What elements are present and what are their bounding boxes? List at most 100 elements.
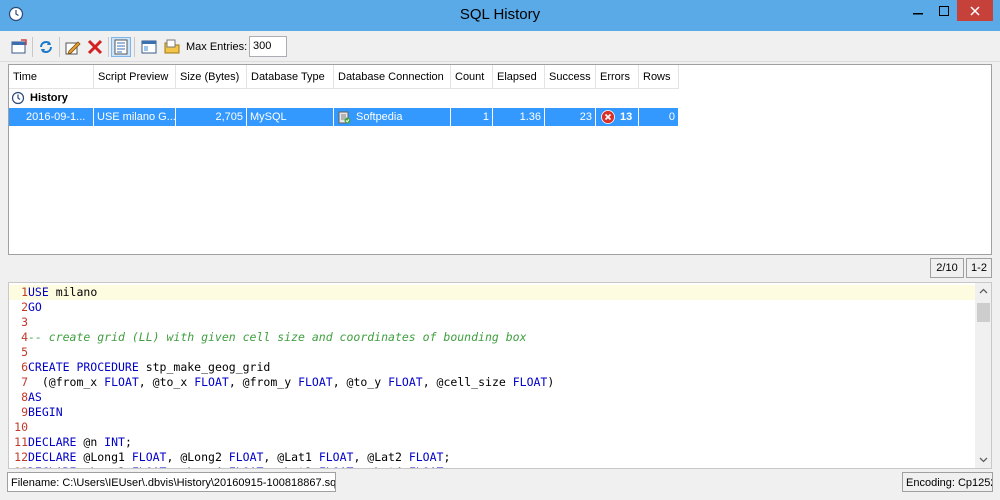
page-indicator: 2/10 bbox=[930, 258, 964, 278]
sql-text: , @Lat1 bbox=[263, 450, 319, 464]
folder-icon bbox=[164, 39, 180, 54]
line-number: 3 bbox=[21, 315, 28, 329]
sql-text: , @cell_size bbox=[422, 375, 513, 389]
cell-size: 2,705 bbox=[176, 108, 247, 126]
max-entries-input[interactable]: 300 bbox=[249, 36, 287, 57]
sql-keyword: FLOAT bbox=[318, 450, 354, 464]
sql-keyword: FLOAT bbox=[194, 375, 229, 389]
line-number: 6 bbox=[21, 360, 28, 374]
database-icon bbox=[338, 111, 352, 124]
sql-keyword: FLOAT bbox=[409, 465, 444, 468]
toolbar: Max Entries: bbox=[0, 31, 1000, 62]
scroll-up-icon[interactable] bbox=[975, 283, 992, 300]
minimize-button[interactable] bbox=[904, 0, 931, 21]
refresh-icon bbox=[40, 41, 52, 53]
load-in-editor-button[interactable] bbox=[9, 37, 29, 57]
code-line[interactable]: 12DECLARE @Long1 FLOAT, @Long2 FLOAT, @L… bbox=[9, 450, 975, 465]
code-line[interactable]: 3 bbox=[9, 315, 975, 330]
code-line[interactable]: 9BEGIN bbox=[9, 405, 975, 420]
code-line[interactable]: 1USE milano bbox=[9, 285, 975, 300]
refresh-button[interactable] bbox=[36, 37, 56, 57]
code-line[interactable]: 8AS bbox=[9, 390, 975, 405]
sql-keyword: FLOAT bbox=[319, 465, 354, 468]
column-header-errors[interactable]: Errors bbox=[596, 65, 639, 89]
history-group-row[interactable]: History bbox=[9, 90, 679, 108]
vertical-scrollbar[interactable] bbox=[975, 283, 992, 468]
sql-text: ; bbox=[124, 435, 132, 449]
sql-keyword: USE bbox=[28, 285, 49, 299]
sql-text: @Long3 bbox=[76, 465, 131, 468]
sql-keyword: GO bbox=[28, 300, 42, 314]
line-number: 2 bbox=[21, 300, 28, 314]
sql-text: , @from_y bbox=[228, 375, 299, 389]
code-line[interactable]: 2GO bbox=[9, 300, 975, 315]
toggle-preview-button[interactable] bbox=[111, 37, 131, 57]
column-header-script-preview[interactable]: Script Preview bbox=[94, 65, 176, 89]
line-number: 11 bbox=[14, 435, 28, 449]
title-bar: SQL History bbox=[0, 0, 1000, 31]
status-filename: Filename: C:\Users\IEUser\.dbvis\History… bbox=[7, 472, 336, 492]
toolbar-separator bbox=[32, 37, 33, 57]
cell-database-type: MySQL bbox=[247, 108, 334, 126]
history-group-label: History bbox=[30, 92, 68, 104]
close-button[interactable] bbox=[957, 0, 993, 21]
scroll-down-icon[interactable] bbox=[975, 451, 992, 468]
sql-keyword: DECLARE bbox=[28, 450, 77, 464]
column-header-time[interactable]: Time bbox=[9, 65, 94, 89]
edit-button[interactable] bbox=[63, 37, 83, 57]
cell-errors: 13 bbox=[596, 108, 639, 126]
column-header-success[interactable]: Success bbox=[545, 65, 596, 89]
status-encoding: Encoding: Cp1252 bbox=[902, 472, 993, 492]
sql-text: (@from_x bbox=[28, 375, 105, 389]
maximize-button[interactable] bbox=[931, 0, 957, 21]
code-line[interactable]: 13DECLARE @Long3 FLOAT, @Long4 FLOAT, @L… bbox=[9, 465, 975, 468]
column-header-database-type[interactable]: Database Type bbox=[247, 65, 334, 89]
column-header-database-connection[interactable]: Database Connection bbox=[334, 65, 451, 89]
line-number: 10 bbox=[14, 420, 28, 434]
sql-keyword: FLOAT bbox=[131, 450, 167, 464]
sql-text: , @Long2 bbox=[166, 450, 229, 464]
line-number: 13 bbox=[9, 465, 28, 468]
cell-time: 2016-09-1... bbox=[9, 108, 94, 126]
delete-button[interactable] bbox=[85, 37, 105, 57]
line-number: 8 bbox=[21, 390, 28, 404]
sql-keyword: CREATE PROCEDURE bbox=[28, 360, 139, 374]
sql-text: stp_make_geog_grid bbox=[138, 360, 271, 374]
sql-keyword: FLOAT bbox=[408, 450, 444, 464]
edit-icon bbox=[65, 41, 81, 55]
column-header-rows[interactable]: Rows bbox=[639, 65, 679, 89]
column-header-count[interactable]: Count bbox=[451, 65, 493, 89]
sql-text: ; bbox=[443, 450, 451, 464]
status-bar: Filename: C:\Users\IEUser\.dbvis\History… bbox=[0, 470, 1000, 500]
code-line[interactable]: 7 (@from_x FLOAT, @to_x FLOAT, @from_y F… bbox=[9, 375, 975, 390]
toolbar-separator bbox=[59, 37, 60, 57]
cell-elapsed: 1.36 bbox=[493, 108, 545, 126]
sql-text: milano bbox=[48, 285, 98, 299]
column-header-size[interactable]: Size (Bytes) bbox=[176, 65, 247, 89]
column-header-elapsed[interactable]: Elapsed bbox=[493, 65, 545, 89]
code-line[interactable]: 5 bbox=[9, 345, 975, 360]
delete-icon bbox=[87, 39, 103, 55]
sql-preview-editor[interactable]: 1USE milano 2GO 3 4-- create grid (LL) with… bbox=[8, 282, 992, 469]
table-row[interactable]: 2016-09-1... USE milano G... 2,705 MySQL… bbox=[9, 108, 679, 126]
sql-keyword: DECLARE bbox=[28, 435, 77, 449]
code-line[interactable]: 10 bbox=[9, 420, 975, 435]
document-icon bbox=[114, 39, 128, 55]
code-line[interactable]: 4-- create grid (LL) with given cell siz… bbox=[9, 330, 975, 345]
sql-text: , @to_y bbox=[332, 375, 389, 389]
layout-icon bbox=[141, 40, 157, 54]
open-folder-button[interactable] bbox=[162, 37, 182, 57]
code-line[interactable]: 6CREATE PROCEDURE stp_make_geog_grid bbox=[9, 360, 975, 375]
max-entries-label: Max Entries: bbox=[186, 41, 248, 53]
close-icon bbox=[970, 5, 980, 16]
sql-keyword: FLOAT bbox=[229, 465, 264, 468]
clock-icon bbox=[11, 91, 25, 105]
code-line[interactable]: 11DECLARE @n INT; bbox=[9, 435, 975, 450]
line-number: 5 bbox=[21, 345, 28, 359]
sql-keyword: DECLARE bbox=[28, 465, 76, 468]
grid-header: Time Script Preview Size (Bytes) Databas… bbox=[9, 65, 679, 89]
cell-database-connection: Softpedia bbox=[334, 108, 451, 126]
scrollbar-thumb[interactable] bbox=[977, 303, 990, 322]
sql-text: , @to_x bbox=[138, 375, 195, 389]
layout-button[interactable] bbox=[139, 37, 159, 57]
